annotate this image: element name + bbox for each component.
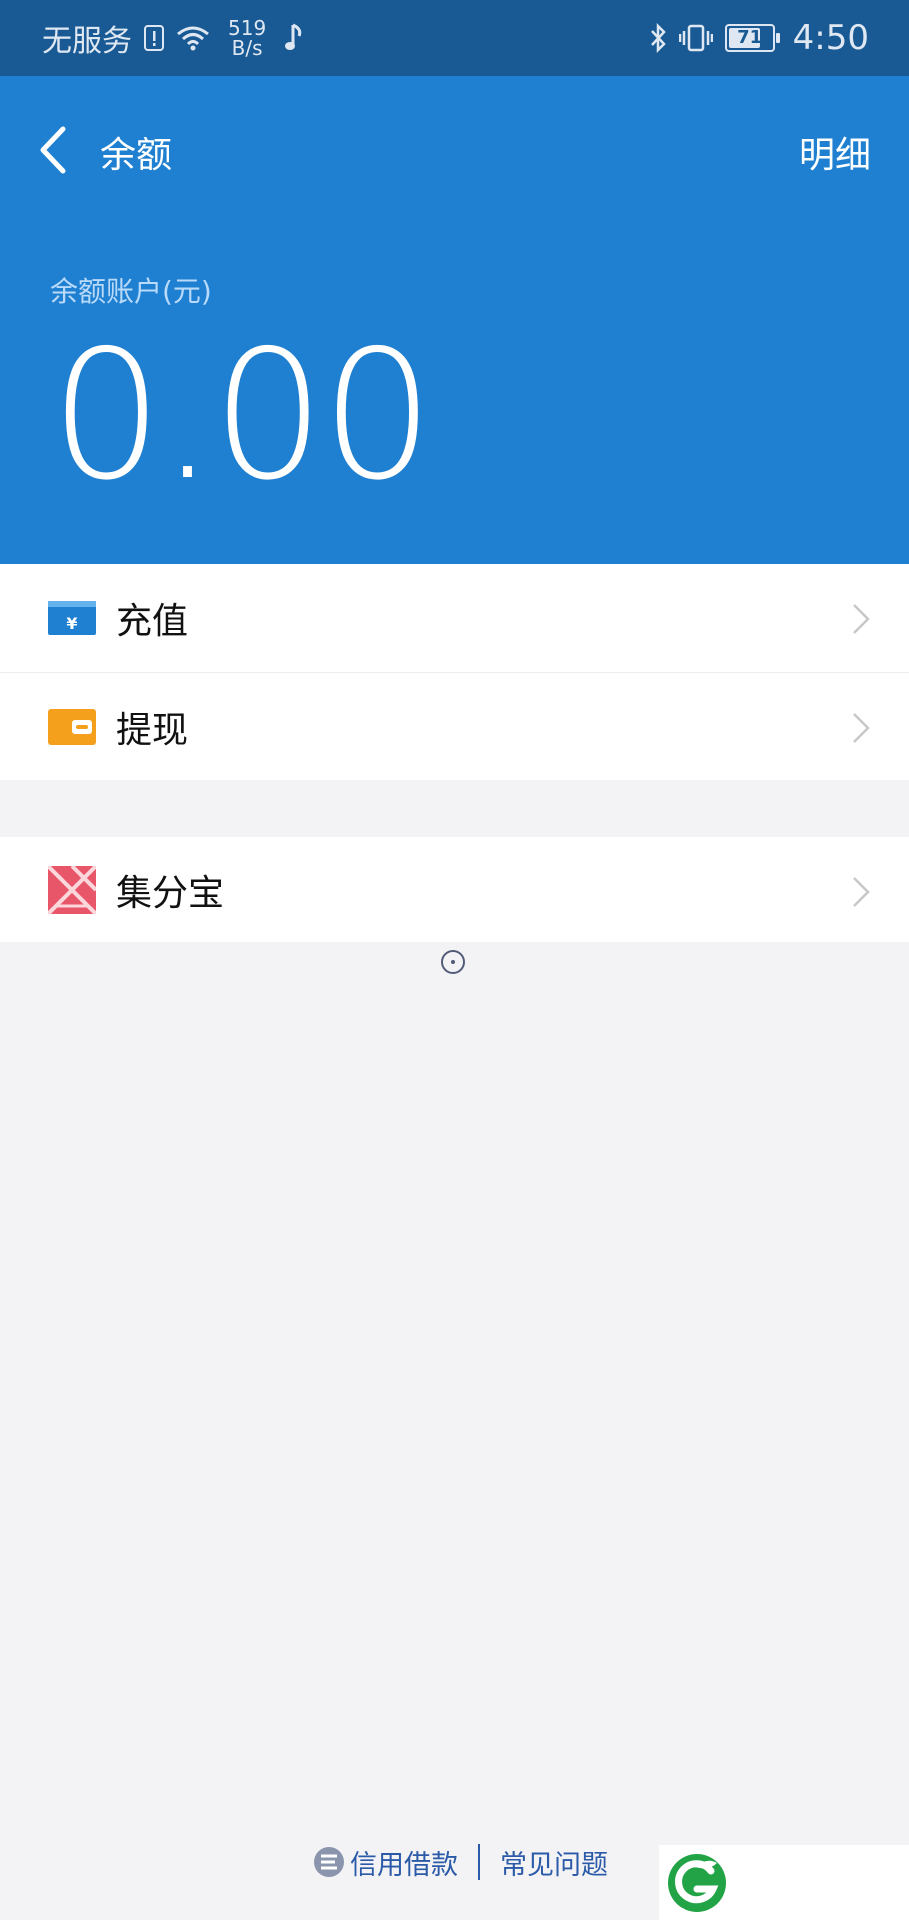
network-speed: 519 B/s <box>228 18 266 58</box>
carrier-text: 无服务 <box>42 24 132 59</box>
loading-indicator <box>441 950 465 974</box>
balance-label: 余额账户(元) <box>50 275 212 308</box>
music-note-icon <box>285 23 302 50</box>
balance-header: 余额 明细 余额账户(元) 0.00 <box>0 76 909 564</box>
watermark-box <box>659 1845 909 1920</box>
status-bar-left: 无服务 519 B/s <box>42 16 304 60</box>
status-bar-right: 71 4:50 <box>649 18 869 58</box>
clock-time: 4:50 <box>792 18 869 58</box>
watermark-logo <box>668 1854 726 1912</box>
footer-links: 信用借款 常见问题 <box>312 1840 608 1884</box>
credit-loan-link[interactable]: 信用借款 <box>350 1843 458 1882</box>
menu-item-jifenbao[interactable]: 集分宝 <box>0 837 909 942</box>
svg-text:¥: ¥ <box>66 614 77 633</box>
menu-group-points: 集分宝 <box>0 837 909 942</box>
menu-item-withdraw[interactable]: 提现 <box>0 672 909 780</box>
menu-label-recharge: 充值 <box>116 601 189 642</box>
network-speed-value: 519 <box>228 16 267 40</box>
recharge-icon: ¥ <box>48 598 96 638</box>
network-speed-unit: B/s <box>231 36 263 60</box>
page-title: 余额 <box>100 135 173 176</box>
menu-item-recharge[interactable]: ¥ 充值 <box>0 564 909 672</box>
wifi-icon <box>177 26 209 51</box>
vibrate-icon <box>678 24 713 52</box>
nav-bar: 余额 明细 <box>0 76 909 216</box>
faq-link[interactable]: 常见问题 <box>500 1843 608 1882</box>
bluetooth-icon <box>650 23 666 53</box>
chevron-left-icon <box>40 126 66 174</box>
battery-icon: 71 <box>724 24 780 52</box>
balance-amount: 0.00 <box>50 312 434 519</box>
jifenbao-icon <box>48 865 96 914</box>
menu-group-funds: ¥ 充值 提现 <box>0 564 909 780</box>
back-button[interactable] <box>28 120 78 180</box>
chevron-right-icon <box>853 713 870 743</box>
chevron-right-icon <box>853 604 870 634</box>
sim-alert-icon <box>144 25 164 51</box>
battery-level: 71 <box>737 27 763 48</box>
menu-label-jifenbao: 集分宝 <box>116 872 225 914</box>
credit-loan-icon <box>314 1847 344 1877</box>
wallet-icon <box>48 707 96 747</box>
detail-link[interactable]: 明细 <box>799 126 871 178</box>
menu-label-withdraw: 提现 <box>116 709 189 751</box>
footer-divider <box>478 1844 480 1880</box>
chevron-right-icon <box>853 877 870 907</box>
status-bar: 无服务 519 B/s 71 4:50 <box>0 0 909 76</box>
